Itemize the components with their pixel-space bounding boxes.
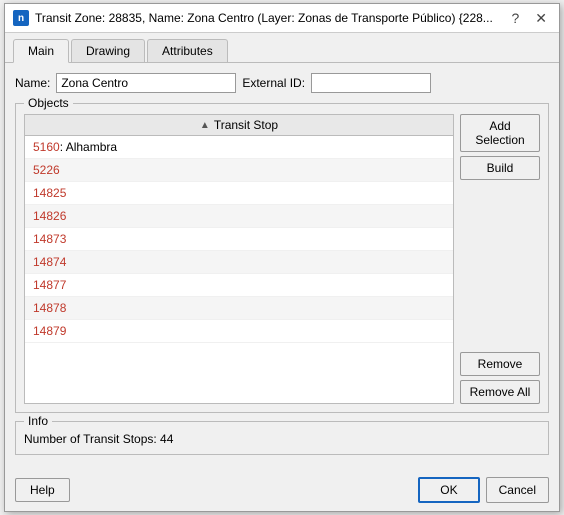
row-id-link[interactable]: 14878	[33, 301, 66, 315]
objects-group: Objects ▲ Transit Stop 5160: Alhambra 52…	[15, 103, 549, 413]
title-bar-right: ? ✕	[507, 11, 551, 25]
objects-group-label: Objects	[24, 96, 73, 110]
title-bar-left: n Transit Zone: 28835, Name: Zona Centro…	[13, 10, 493, 26]
row-id-link[interactable]: 14826	[33, 209, 66, 223]
name-row: Name: External ID:	[15, 73, 549, 93]
window-title: Transit Zone: 28835, Name: Zona Centro (…	[35, 11, 493, 25]
footer-right: OK Cancel	[418, 477, 549, 503]
main-content: Name: External ID: Objects ▲ Transit Sto…	[5, 63, 559, 471]
transit-stop-table: ▲ Transit Stop 5160: Alhambra 5226 14825	[24, 114, 454, 404]
table-row: 14873	[25, 228, 453, 251]
table-row: 5226	[25, 159, 453, 182]
main-window: n Transit Zone: 28835, Name: Zona Centro…	[4, 3, 560, 512]
tab-drawing[interactable]: Drawing	[71, 39, 145, 62]
sort-arrow-icon: ▲	[200, 120, 210, 131]
side-buttons: Add Selection Build Remove Remove All	[460, 114, 540, 404]
button-spacer	[460, 184, 540, 348]
help-button[interactable]: Help	[15, 478, 70, 502]
app-icon: n	[13, 10, 29, 26]
name-input[interactable]	[56, 73, 236, 93]
close-button[interactable]: ✕	[531, 11, 551, 25]
help-title-button[interactable]: ?	[507, 11, 523, 25]
tab-attributes[interactable]: Attributes	[147, 39, 228, 62]
row-id-link[interactable]: 5160	[33, 140, 60, 154]
add-selection-button[interactable]: Add Selection	[460, 114, 540, 152]
cancel-button[interactable]: Cancel	[486, 477, 549, 503]
row-id-link[interactable]: 14877	[33, 278, 66, 292]
row-id-link[interactable]: 14879	[33, 324, 66, 338]
external-id-label: External ID:	[242, 76, 305, 90]
table-row: 5160: Alhambra	[25, 136, 453, 159]
title-bar: n Transit Zone: 28835, Name: Zona Centro…	[5, 4, 559, 33]
info-group: Info Number of Transit Stops: 44	[15, 421, 549, 455]
external-id-input[interactable]	[311, 73, 431, 93]
tab-bar: Main Drawing Attributes	[5, 33, 559, 63]
table-row: 14877	[25, 274, 453, 297]
row-id-link[interactable]: 5226	[33, 163, 60, 177]
ok-button[interactable]: OK	[418, 477, 479, 503]
row-id-link[interactable]: 14874	[33, 255, 66, 269]
row-id-link[interactable]: 14873	[33, 232, 66, 246]
objects-inner: ▲ Transit Stop 5160: Alhambra 5226 14825	[24, 114, 540, 404]
info-group-label: Info	[24, 414, 52, 428]
table-row: 14874	[25, 251, 453, 274]
build-button[interactable]: Build	[460, 156, 540, 180]
table-row: 14878	[25, 297, 453, 320]
tab-main[interactable]: Main	[13, 39, 69, 63]
table-row: 14825	[25, 182, 453, 205]
info-text: Number of Transit Stops: 44	[24, 432, 540, 446]
name-label: Name:	[15, 76, 50, 90]
row-id-link[interactable]: 14825	[33, 186, 66, 200]
remove-all-button[interactable]: Remove All	[460, 380, 540, 404]
column-header-label: Transit Stop	[214, 118, 278, 132]
table-row: 14826	[25, 205, 453, 228]
table-row: 14879	[25, 320, 453, 343]
table-body[interactable]: 5160: Alhambra 5226 14825 14826 14873	[25, 136, 453, 403]
remove-button[interactable]: Remove	[460, 352, 540, 376]
table-header: ▲ Transit Stop	[25, 115, 453, 136]
footer: Help OK Cancel	[5, 471, 559, 511]
